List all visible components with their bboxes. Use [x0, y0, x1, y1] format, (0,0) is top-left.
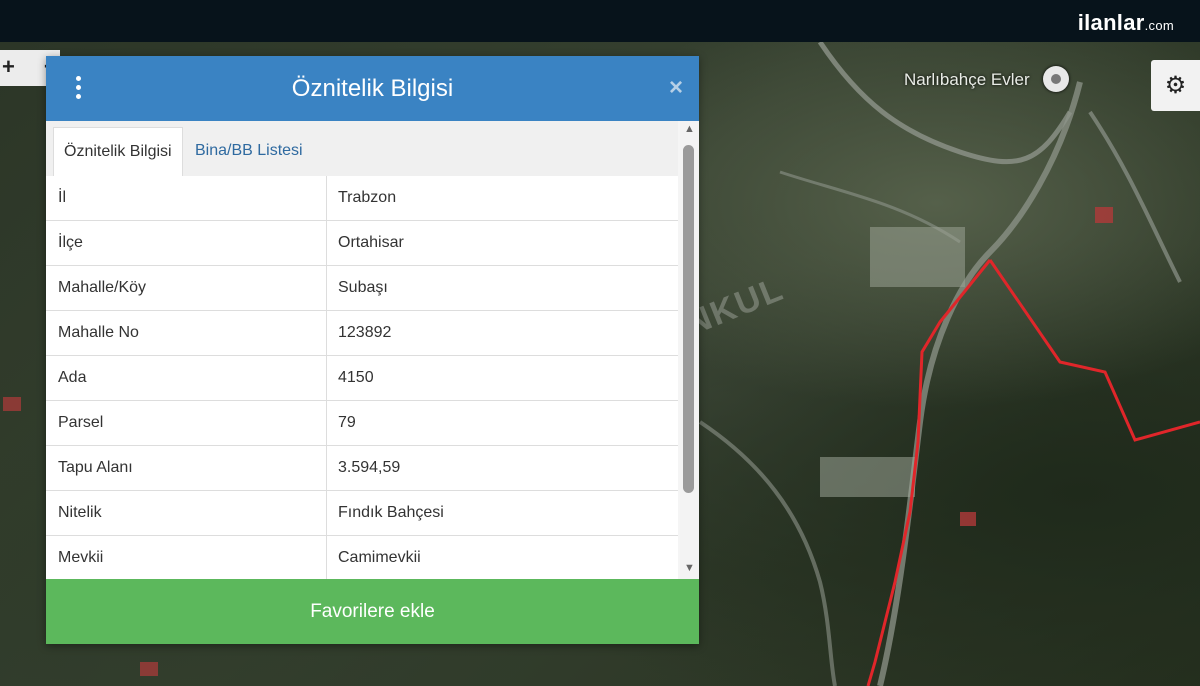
attribute-info-modal: Öznitelik Bilgisi × Öznitelik Bilgisi Bi… — [46, 56, 699, 644]
building-lot — [820, 457, 915, 497]
building-lot — [870, 227, 965, 287]
row-key: Nitelik — [46, 491, 327, 535]
scrollbar[interactable]: ▲ ▼ — [680, 121, 699, 579]
zoom-in-button[interactable]: + — [2, 54, 15, 80]
row-key: Mahalle No — [46, 311, 327, 355]
brand-logo[interactable]: ilanlar.com — [1078, 10, 1174, 36]
row-value: 79 — [338, 414, 356, 431]
row-value: 123892 — [338, 324, 392, 341]
road — [698, 420, 837, 686]
scroll-down-icon[interactable]: ▼ — [684, 562, 695, 574]
table-row: Mevkii Camimevkii — [46, 536, 678, 579]
table-row: Mahalle No 123892 — [46, 311, 678, 356]
modal-header: Öznitelik Bilgisi × — [46, 56, 699, 121]
row-value: 4150 — [338, 369, 374, 386]
more-options-icon[interactable] — [72, 76, 84, 102]
roof — [3, 397, 21, 411]
poi-label[interactable]: Narlıbahçe Evler — [904, 70, 1030, 90]
top-bar: ilanlar.com — [0, 0, 1200, 42]
table-row: Mahalle/Köy Subaşı — [46, 266, 678, 311]
row-key: Mahalle/Köy — [46, 266, 327, 310]
modal-title: Öznitelik Bilgisi — [291, 75, 454, 102]
roof — [960, 512, 976, 526]
modal-body: Öznitelik Bilgisi Bina/BB Listesi İl Tra… — [46, 121, 699, 579]
table-row: Nitelik Fındık Bahçesi — [46, 491, 678, 536]
settings-button[interactable]: ⚙ — [1151, 60, 1200, 111]
row-value: Camimevkii — [338, 549, 421, 566]
row-key: Tapu Alanı — [46, 446, 327, 490]
row-key: İlçe — [46, 221, 327, 265]
table-row: İl Trabzon — [46, 176, 678, 221]
roof — [1095, 207, 1113, 223]
road — [877, 81, 1083, 686]
parcel-boundary — [866, 259, 1200, 686]
row-value: Trabzon — [338, 189, 397, 206]
row-value: Fındık Bahçesi — [338, 504, 444, 521]
add-to-favorites-button[interactable]: Favorilere ekle — [46, 579, 699, 644]
table-row: Tapu Alanı 3.594,59 — [46, 446, 678, 491]
row-value: 3.594,59 — [338, 459, 401, 476]
row-key: Mevkii — [46, 536, 327, 579]
table-row: İlçe Ortahisar — [46, 221, 678, 266]
gear-icon: ⚙ — [1164, 72, 1187, 99]
row-key: Parsel — [46, 401, 327, 445]
row-key: İl — [46, 176, 327, 220]
table-row: Ada 4150 — [46, 356, 678, 401]
roof — [140, 662, 158, 676]
road — [817, 42, 1073, 165]
scroll-up-icon[interactable]: ▲ — [684, 123, 695, 135]
scroll-thumb[interactable] — [683, 145, 694, 493]
table-row: Parsel 79 — [46, 401, 678, 446]
poi-marker-icon[interactable] — [1043, 66, 1069, 92]
attribute-table: İl Trabzon İlçe Ortahisar Mahalle/Köy Su… — [46, 176, 678, 579]
close-icon[interactable]: × — [669, 73, 683, 103]
tab-building-list[interactable]: Bina/BB Listesi — [185, 127, 313, 175]
tab-bar: Öznitelik Bilgisi Bina/BB Listesi — [46, 121, 678, 177]
row-value: Ortahisar — [338, 234, 404, 251]
row-key: Ada — [46, 356, 327, 400]
road — [1088, 110, 1182, 283]
tab-attribute-info[interactable]: Öznitelik Bilgisi — [53, 127, 183, 177]
row-value: Subaşı — [338, 279, 388, 296]
